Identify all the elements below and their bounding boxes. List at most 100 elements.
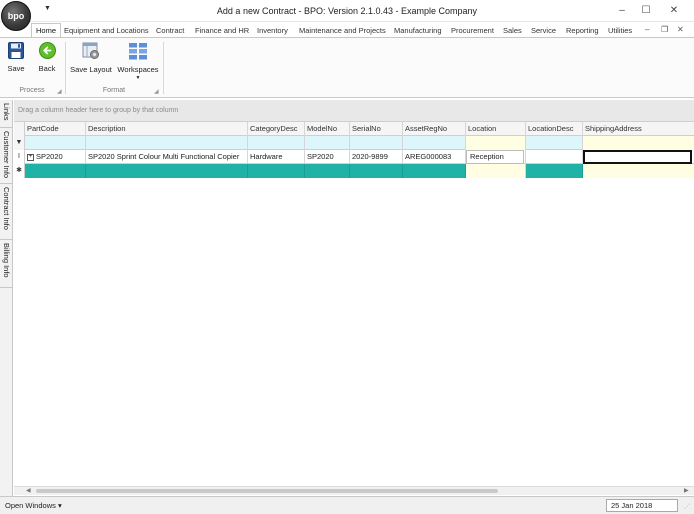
new-row-indicator: ✱ <box>14 164 25 178</box>
table-row[interactable]: I + SP2020 SP2020 Sprint Colour Multi Fun… <box>14 150 694 164</box>
resize-grip-icon[interactable]: ⋰ <box>684 503 690 510</box>
new-cell-categorydesc[interactable] <box>248 164 305 178</box>
horizontal-scrollbar[interactable]: ◀ ▶ <box>14 486 694 495</box>
new-cell-shippingaddress[interactable] <box>583 164 694 178</box>
ribbon-separator <box>163 42 164 94</box>
expand-icon[interactable]: + <box>27 153 34 161</box>
cell-shippingaddress[interactable] <box>583 150 694 164</box>
column-header-partcode[interactable]: PartCode <box>25 122 86 136</box>
column-header-assetregno[interactable]: AssetRegNo <box>403 122 466 136</box>
side-tab-billing-info[interactable]: Billing Info <box>0 240 12 288</box>
date-display[interactable]: 25 Jan 2018 <box>606 499 678 512</box>
filter-cell-modelno[interactable] <box>305 136 350 150</box>
column-header-categorydesc[interactable]: CategoryDesc <box>248 122 305 136</box>
cell-modelno[interactable]: SP2020 <box>305 150 350 164</box>
filter-icon: ▼ <box>14 136 25 150</box>
tab-utilities[interactable]: Utilities <box>608 24 632 37</box>
new-cell-modelno[interactable] <box>305 164 350 178</box>
close-button[interactable]: ✕ <box>664 3 684 19</box>
filter-cell-locationdesc[interactable] <box>526 136 583 150</box>
new-cell-location[interactable] <box>466 164 526 178</box>
tab-finance-and-hr[interactable]: Finance and HR <box>195 24 249 37</box>
filter-cell-assetregno[interactable] <box>403 136 466 150</box>
back-button-label: Back <box>38 64 56 73</box>
tab-sales[interactable]: Sales <box>503 24 522 37</box>
save-layout-label: Save Layout <box>70 65 112 74</box>
workspaces-dropdown-icon: ▼ <box>135 75 141 81</box>
tab-close-button[interactable]: ✕ <box>677 25 684 34</box>
column-header-location[interactable]: Location <box>466 122 526 136</box>
back-button[interactable]: Back <box>34 42 60 73</box>
grid-header-row: PartCode Description CategoryDesc ModelN… <box>14 122 694 136</box>
new-item-row[interactable]: ✱ <box>14 164 694 178</box>
tab-equipment-and-locations[interactable]: Equipment and Locations <box>64 24 149 37</box>
new-cell-description[interactable] <box>86 164 248 178</box>
group-by-hint: Drag a column header here to group by th… <box>18 107 179 114</box>
cell-categorydesc[interactable]: Hardware <box>248 150 305 164</box>
cell-location[interactable]: Reception <box>466 150 526 164</box>
scrollbar-thumb[interactable] <box>36 489 498 493</box>
minimize-button[interactable]: – <box>612 3 632 19</box>
workspaces-button[interactable]: Workspaces ▼ <box>116 42 160 81</box>
tab-service[interactable]: Service <box>531 24 556 37</box>
column-header-locationdesc[interactable]: LocationDesc <box>526 122 583 136</box>
cell-description[interactable]: SP2020 Sprint Colour Multi Functional Co… <box>86 150 248 164</box>
tab-minimize-button[interactable]: – <box>645 25 649 34</box>
filter-cell-partcode[interactable] <box>25 136 86 150</box>
location-editor[interactable]: Reception <box>466 150 524 164</box>
save-layout-button[interactable]: Save Layout <box>68 42 114 74</box>
save-button-label: Save <box>7 64 25 73</box>
filter-row: ▼ <box>14 136 694 150</box>
column-header-shippingaddress[interactable]: ShippingAddress <box>583 122 694 136</box>
title-bar: bpo ▼ Add a new Contract - BPO: Version … <box>0 0 694 31</box>
tab-contract[interactable]: Contract <box>156 24 184 37</box>
new-cell-serialno[interactable] <box>350 164 403 178</box>
open-windows-button[interactable]: Open Windows ▾ <box>5 501 62 510</box>
filter-cell-serialno[interactable] <box>350 136 403 150</box>
floppy-disk-icon <box>4 42 28 61</box>
column-header-description[interactable]: Description <box>86 122 248 136</box>
cell-locationdesc[interactable] <box>526 150 583 164</box>
tab-home[interactable]: Home <box>31 23 62 38</box>
cell-serialno[interactable]: 2020-9899 <box>350 150 403 164</box>
side-tab-strip: Links Customer Info Contract Info Billin… <box>0 100 13 496</box>
tab-inventory[interactable]: Inventory <box>257 24 288 37</box>
group-by-panel[interactable]: Drag a column header here to group by th… <box>14 100 694 122</box>
new-cell-partcode[interactable] <box>25 164 86 178</box>
group-process-label: Process <box>19 87 45 94</box>
save-button[interactable]: Save <box>4 42 28 73</box>
maximize-button[interactable]: ☐ <box>636 3 656 19</box>
tab-manufacturing[interactable]: Manufacturing <box>394 24 442 37</box>
side-tab-customer-info[interactable]: Customer Info <box>0 128 12 184</box>
contract-items-grid: Drag a column header here to group by th… <box>14 100 694 496</box>
group-format-label: Format <box>102 87 126 94</box>
side-tab-links[interactable]: Links <box>0 100 12 128</box>
layout-settings-icon <box>68 42 114 62</box>
app-logo[interactable]: bpo <box>1 1 31 31</box>
process-group-launcher-icon[interactable]: ◢ <box>57 88 62 95</box>
tab-procurement[interactable]: Procurement <box>451 24 494 37</box>
scroll-left-icon[interactable]: ◀ <box>26 487 31 494</box>
workspaces-icon <box>116 42 160 62</box>
workspaces-label: Workspaces <box>117 65 159 74</box>
filter-cell-location[interactable] <box>466 136 526 150</box>
tab-reporting[interactable]: Reporting <box>566 24 599 37</box>
scroll-right-icon[interactable]: ▶ <box>684 487 689 494</box>
header-indicator <box>14 122 25 136</box>
new-cell-locationdesc[interactable] <box>526 164 583 178</box>
cell-partcode[interactable]: + SP2020 <box>25 150 86 164</box>
column-header-modelno[interactable]: ModelNo <box>305 122 350 136</box>
tab-restore-button[interactable]: ❐ <box>661 25 668 34</box>
ribbon: Save Back Process ◢ Save Layout Workspac… <box>0 37 694 98</box>
filter-cell-shippingaddress[interactable] <box>583 136 694 150</box>
format-group-launcher-icon[interactable]: ◢ <box>154 88 159 95</box>
new-cell-assetregno[interactable] <box>403 164 466 178</box>
cell-assetregno[interactable]: AREG000083 <box>403 150 466 164</box>
filter-cell-categorydesc[interactable] <box>248 136 305 150</box>
side-tab-contract-info[interactable]: Contract Info <box>0 184 12 240</box>
row-edit-indicator: I <box>14 150 25 164</box>
shipping-address-editor[interactable] <box>583 150 692 164</box>
filter-cell-description[interactable] <box>86 136 248 150</box>
column-header-serialno[interactable]: SerialNo <box>350 122 403 136</box>
tab-maintenance-and-projects[interactable]: Maintenance and Projects <box>299 24 386 37</box>
